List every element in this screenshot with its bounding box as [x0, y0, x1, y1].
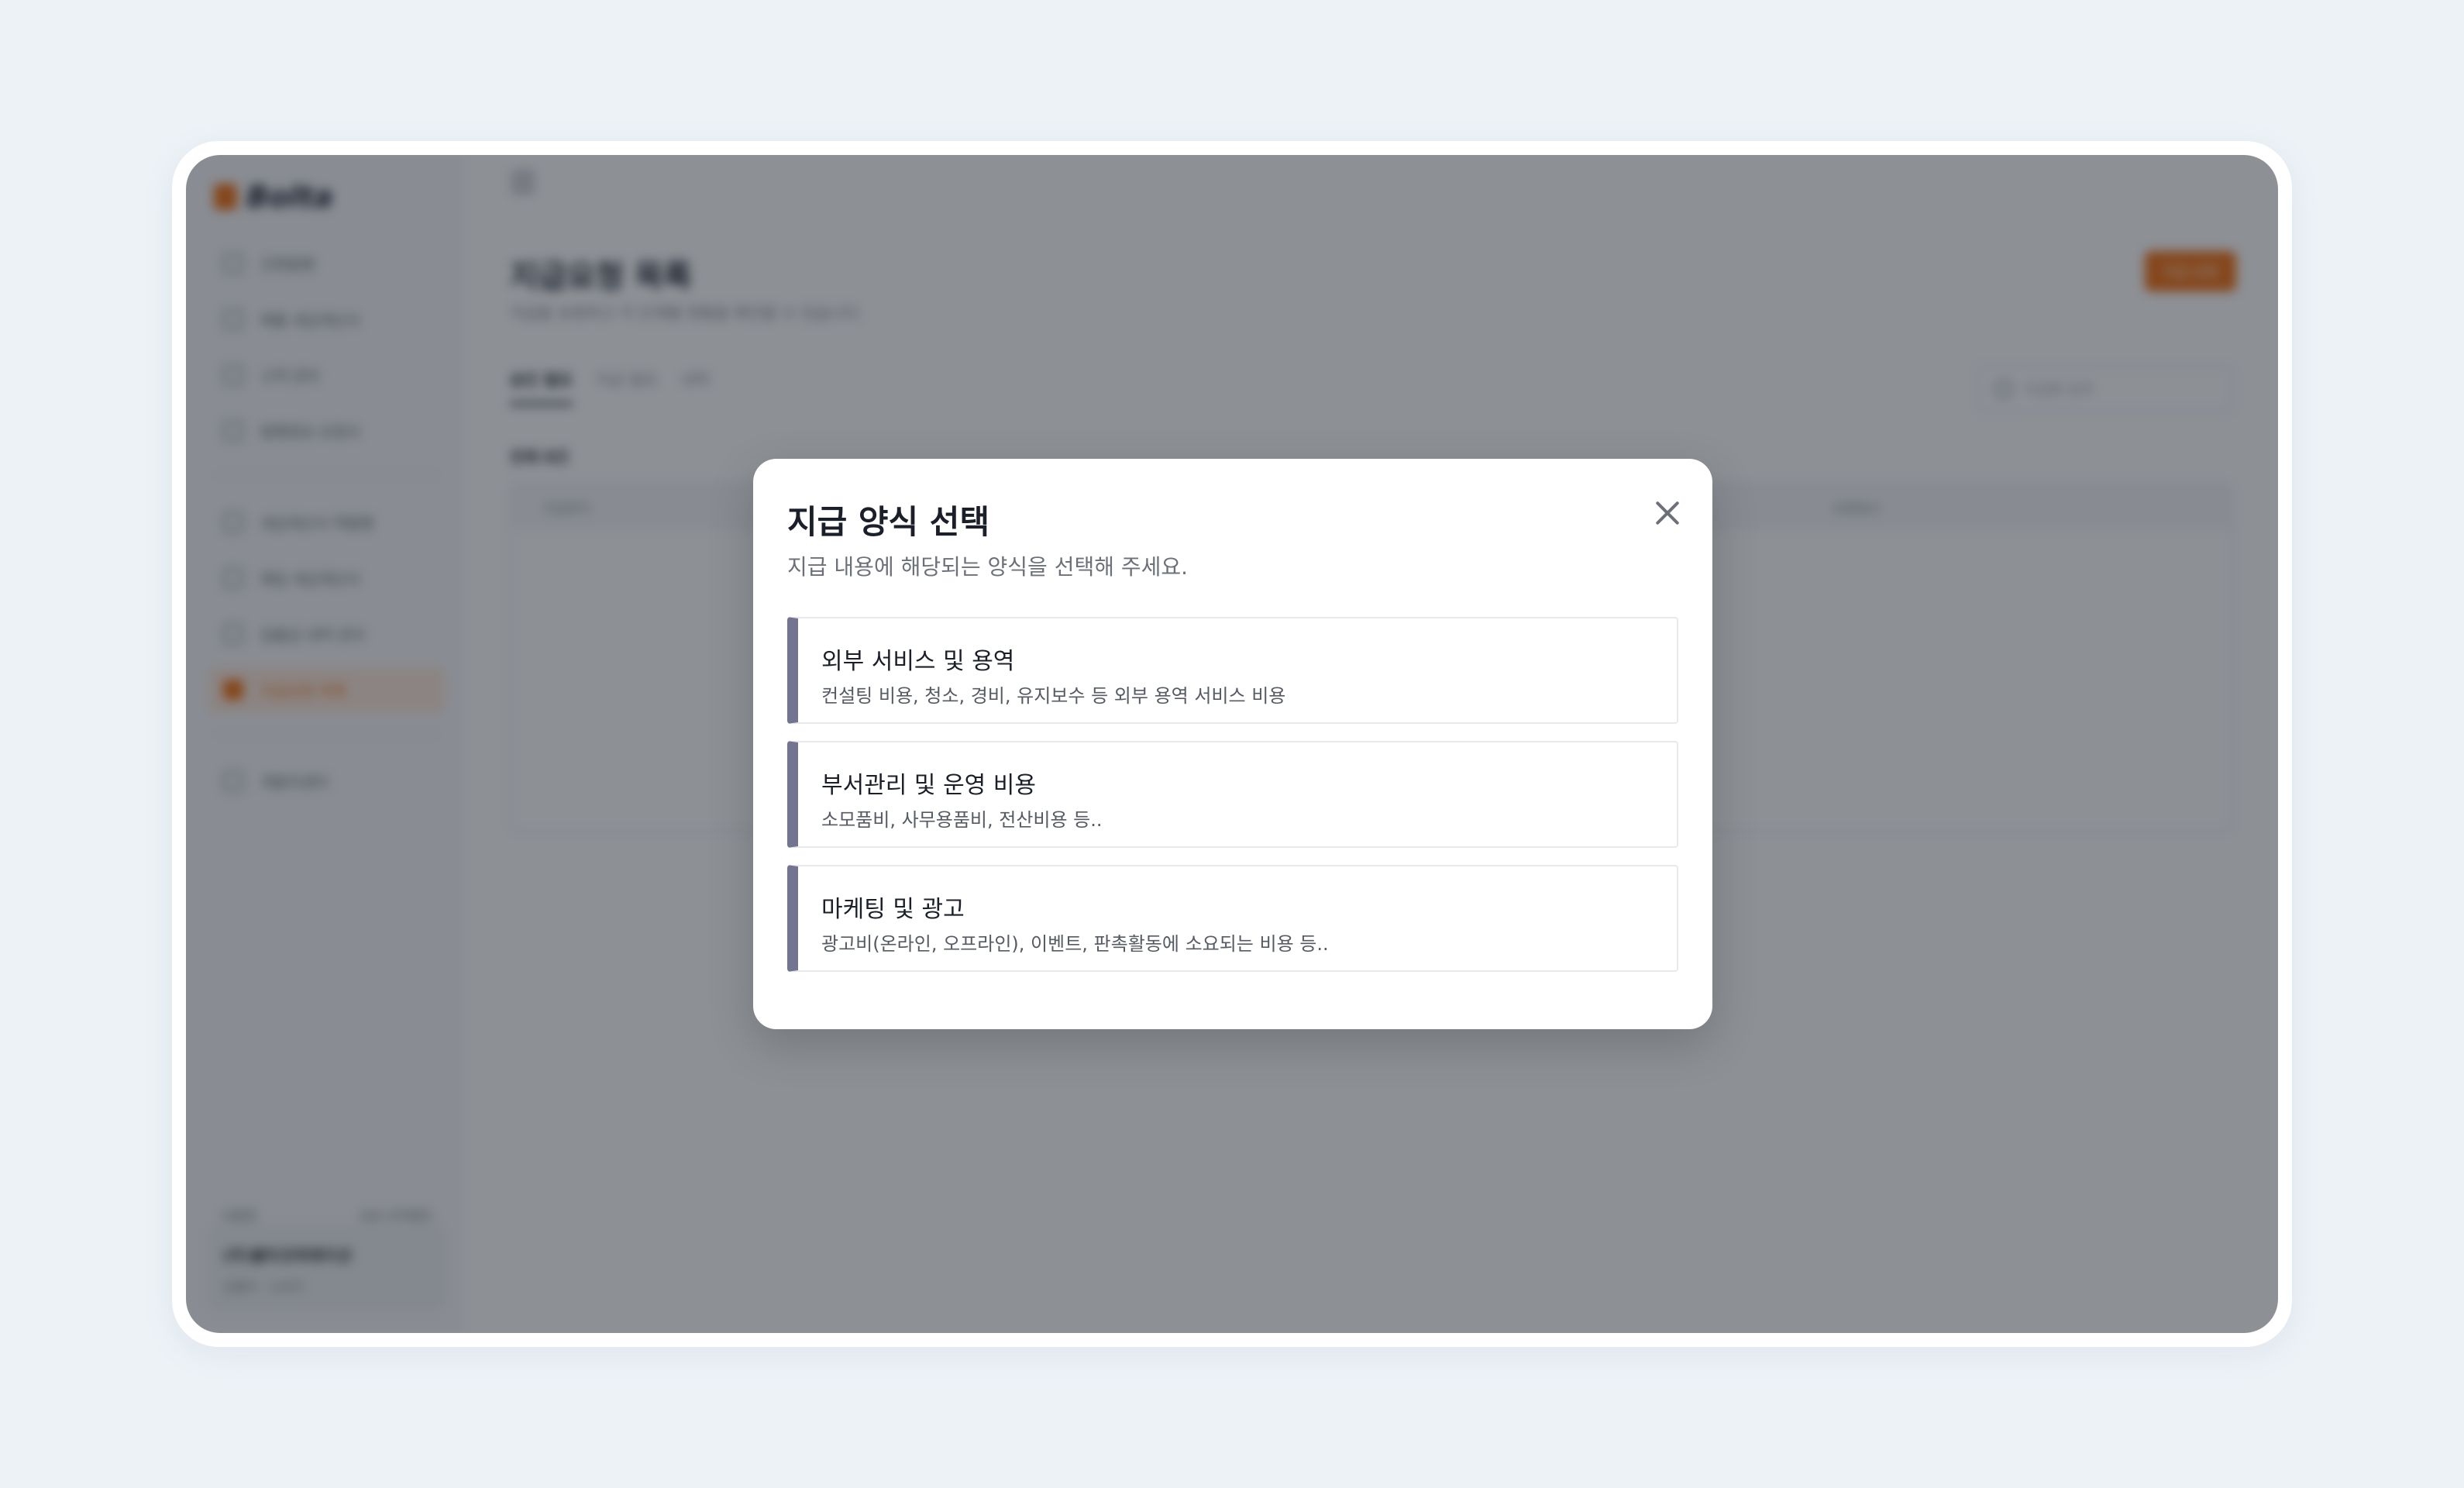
- form-option-marketing-advertising[interactable]: 마케팅 및 광고 광고비(온라인, 오프라인), 이벤트, 판촉활동에 소요되는…: [787, 865, 1678, 972]
- option-description: 광고비(온라인, 오프라인), 이벤트, 판촉활동에 소요되는 비용 등..: [821, 933, 1329, 955]
- close-icon[interactable]: [1647, 493, 1688, 533]
- modal-subtitle: 지급 내용에 해당되는 양식을 선택해 주세요.: [787, 554, 1189, 580]
- modal-title: 지급 양식 선택: [787, 503, 990, 541]
- form-option-external-services[interactable]: 외부 서비스 및 용역 컨설팅 비용, 청소, 경비, 유지보수 등 외부 용역…: [787, 617, 1678, 724]
- form-option-department-operations[interactable]: 부서관리 및 운영 비용 소모품비, 사무용품비, 전산비용 등..: [787, 741, 1678, 848]
- option-title: 마케팅 및 광고: [821, 896, 965, 923]
- option-description: 소모품비, 사무용품비, 전산비용 등..: [821, 809, 1103, 831]
- option-title: 외부 서비스 및 용역: [821, 648, 1015, 675]
- payment-form-select-modal: 지급 양식 선택 지급 내용에 해당되는 양식을 선택해 주세요. 외부 서비스…: [753, 459, 1712, 1029]
- option-title: 부서관리 및 운영 비용: [821, 772, 1037, 799]
- option-description: 컨설팅 비용, 청소, 경비, 유지보수 등 외부 용역 서비스 비용: [821, 685, 1286, 707]
- form-option-list: 외부 서비스 및 용역 컨설팅 비용, 청소, 경비, 유지보수 등 외부 용역…: [787, 617, 1678, 989]
